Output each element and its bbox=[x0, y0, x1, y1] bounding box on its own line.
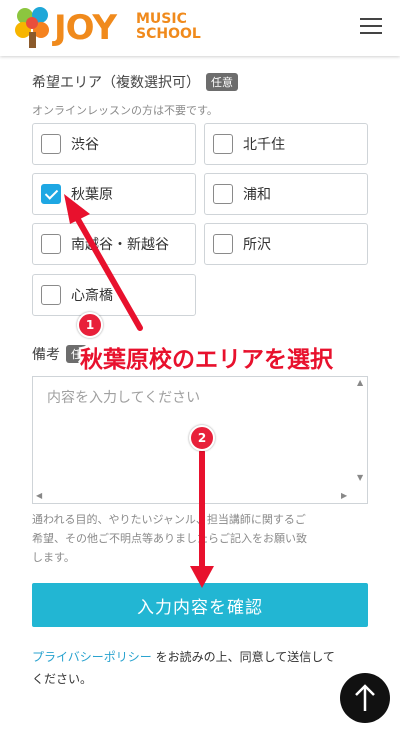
logo-subtitle: MUSIC SCHOOL bbox=[136, 12, 201, 42]
optional-badge: 任意 bbox=[206, 73, 238, 91]
checkbox[interactable] bbox=[41, 234, 61, 254]
logo-wordmark: JOY bbox=[54, 8, 117, 48]
checkbox-checked[interactable] bbox=[41, 184, 61, 204]
hamburger-menu-icon[interactable] bbox=[360, 18, 382, 36]
area-hint: オンラインレッスンの方は不要です。 bbox=[32, 104, 218, 117]
privacy-policy-link[interactable]: プライバシーポリシー bbox=[32, 650, 152, 664]
area-option-kitasenju[interactable]: 北千住 bbox=[204, 123, 368, 165]
area-label-text: 希望エリア（複数選択可） bbox=[32, 75, 200, 91]
scroll-down-icon[interactable]: ▼ bbox=[357, 473, 363, 482]
area-option-label: 南越谷・新越谷 bbox=[71, 237, 169, 253]
notes-helper-text: 通われる目的、やりたいジャンル、担当講師に関するご 希望、その他ご不明点等ありま… bbox=[32, 510, 368, 567]
area-option-label: 北千住 bbox=[243, 137, 285, 153]
logo-sub-line1: MUSIC bbox=[136, 11, 187, 27]
tree-logo-icon bbox=[15, 7, 49, 48]
area-option-minamikoshigaya[interactable]: 南越谷・新越谷 bbox=[32, 223, 196, 265]
area-option-label: 心斎橋 bbox=[71, 288, 113, 304]
area-option-label: 所沢 bbox=[243, 237, 271, 253]
helper-line-1: 通われる目的、やりたいジャンル、担当講師に関するご bbox=[32, 513, 306, 526]
area-option-shinsaibashi[interactable]: 心斎橋 bbox=[32, 274, 196, 316]
area-option-akihabara[interactable]: 秋葉原 bbox=[32, 173, 196, 215]
back-to-top-button[interactable] bbox=[340, 673, 390, 723]
area-option-label: 浦和 bbox=[243, 187, 271, 203]
scroll-left-icon[interactable]: ◀ bbox=[36, 491, 42, 500]
confirm-button[interactable]: 入力内容を確認 bbox=[32, 583, 368, 627]
checkbox[interactable] bbox=[41, 134, 61, 154]
site-logo[interactable]: JOY MUSIC SCHOOL bbox=[14, 6, 224, 50]
optional-badge: 任 bbox=[66, 345, 87, 363]
privacy-text: をお読みの上、同意して送信して bbox=[151, 650, 335, 664]
area-section-label: 希望エリア（複数選択可） 任意 bbox=[32, 72, 238, 92]
privacy-notice: プライバシーポリシー をお読みの上、同意して送信して ください。 bbox=[32, 646, 368, 690]
notes-textarea[interactable] bbox=[32, 376, 368, 504]
helper-line-2: 希望、その他ご不明点等ありましたらご記入をお願い致 bbox=[32, 532, 307, 545]
scroll-up-icon[interactable]: ▲ bbox=[357, 378, 363, 387]
area-option-tokorozawa[interactable]: 所沢 bbox=[204, 223, 368, 265]
arrow-up-icon bbox=[355, 684, 375, 711]
notes-section-label: 備考任 bbox=[32, 344, 87, 364]
site-header: JOY MUSIC SCHOOL bbox=[0, 0, 400, 56]
helper-line-3: します。 bbox=[32, 551, 75, 564]
area-option-shibuya[interactable]: 渋谷 bbox=[32, 123, 196, 165]
notes-label-text: 備考 bbox=[32, 347, 60, 363]
checkbox[interactable] bbox=[213, 134, 233, 154]
contact-form: 希望エリア（複数選択可） 任意 オンラインレッスンの方は不要です。 渋谷 北千住 … bbox=[0, 56, 400, 733]
area-option-label: 秋葉原 bbox=[71, 187, 113, 203]
checkbox[interactable] bbox=[41, 285, 61, 305]
privacy-text-line2: ください。 bbox=[32, 672, 93, 686]
area-option-urawa[interactable]: 浦和 bbox=[204, 173, 368, 215]
area-option-label: 渋谷 bbox=[71, 137, 99, 153]
scroll-right-icon[interactable]: ▶ bbox=[341, 491, 347, 500]
checkbox[interactable] bbox=[213, 184, 233, 204]
logo-sub-line2: SCHOOL bbox=[136, 26, 201, 42]
checkbox[interactable] bbox=[213, 234, 233, 254]
